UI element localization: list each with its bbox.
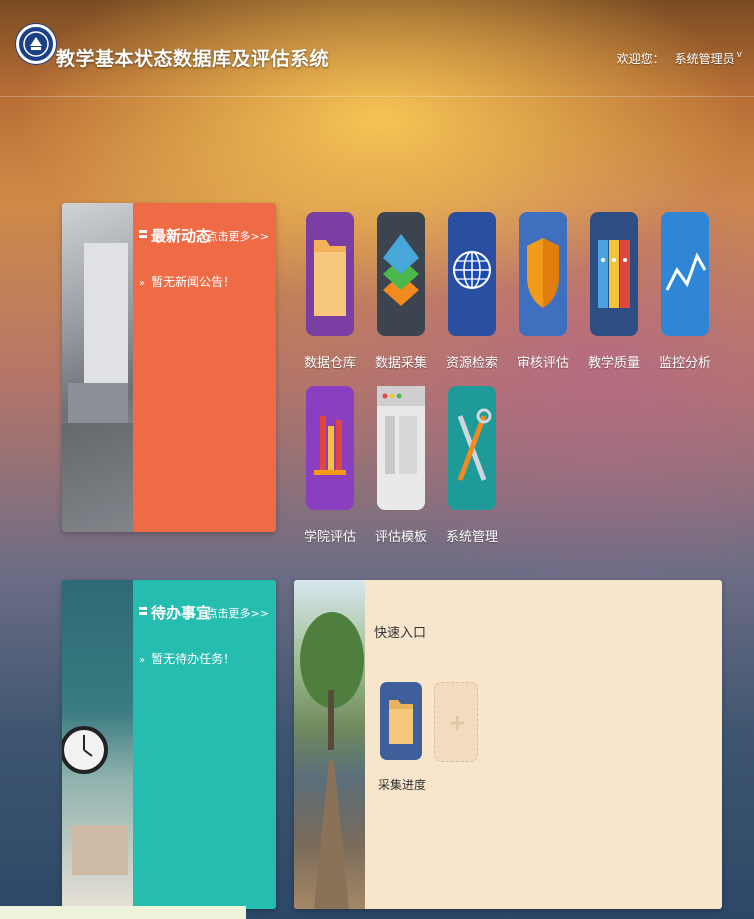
app-title: 教学基本状态数据库及评估系统 bbox=[56, 48, 330, 70]
app-label: 教学质量 bbox=[587, 356, 640, 371]
arrow-right-icon: » bbox=[139, 278, 146, 289]
app-college-evaluation[interactable]: 学院评估 bbox=[300, 386, 360, 545]
quick-item-label: 采集进度 bbox=[378, 778, 427, 792]
plus-icon: + bbox=[448, 711, 467, 736]
app-data-collection[interactable]: 数据采集 bbox=[371, 212, 431, 371]
binders-icon bbox=[590, 212, 638, 336]
app-label: 资源检索 bbox=[445, 356, 498, 371]
news-more-link[interactable]: 点击更多>> bbox=[207, 228, 269, 244]
todo-more-link[interactable]: 点击更多>> bbox=[207, 605, 269, 621]
app-evaluation-template[interactable]: 评估模板 bbox=[371, 386, 431, 545]
app-resource-search[interactable]: 资源检索 bbox=[442, 212, 502, 371]
shield-icon bbox=[519, 212, 567, 336]
todo-card: 待办事宜 点击更多>> » 暂无待办任务！ bbox=[62, 580, 276, 909]
page-bottom-strip bbox=[0, 906, 246, 919]
books-icon bbox=[306, 386, 354, 510]
laptop-photo bbox=[62, 203, 133, 532]
news-card: 最新动态 点击更多>> » 暂无新闻公告！ bbox=[62, 203, 276, 532]
alarm-clock-photo bbox=[62, 580, 133, 909]
username: 系统管理员 bbox=[674, 52, 735, 66]
app-data-warehouse[interactable]: 数据仓库 bbox=[300, 212, 360, 371]
news-empty-text: 暂无新闻公告！ bbox=[151, 275, 236, 289]
browser-window-icon bbox=[377, 386, 425, 510]
list-icon bbox=[139, 607, 147, 615]
welcome-label: 欢迎您： bbox=[616, 52, 665, 66]
folder-icon bbox=[306, 212, 354, 336]
top-bar: 教学基本状态数据库及评估系统 欢迎您： 系统管理员 v bbox=[0, 8, 754, 97]
app-label: 监控分析 bbox=[658, 356, 711, 371]
app-teaching-quality[interactable]: 教学质量 bbox=[584, 212, 644, 371]
app-background: 教学基本状态数据库及评估系统 欢迎您： 系统管理员 v 最新动态 点击更多>> » 暂… bbox=[0, 0, 754, 919]
add-quick-entry-button[interactable]: + bbox=[434, 682, 478, 762]
user-menu[interactable]: 欢迎您： 系统管理员 v bbox=[617, 50, 742, 67]
line-chart-icon bbox=[661, 212, 709, 336]
app-label: 审核评估 bbox=[516, 356, 569, 371]
todo-empty-text: 暂无待办任务！ bbox=[151, 652, 236, 666]
quick-item-collection-progress[interactable]: 采集进度 bbox=[378, 682, 427, 793]
tools-icon bbox=[448, 386, 496, 510]
arrow-right-icon: » bbox=[139, 655, 146, 666]
list-icon bbox=[139, 230, 147, 238]
app-label: 评估模板 bbox=[374, 530, 427, 545]
app-grid: 数据仓库 数据采集 资源检索 审核评估 教学质量 监控分析 学院评估 评估模板 … bbox=[300, 212, 730, 552]
quick-entry-title: 快速入口 bbox=[374, 626, 427, 641]
app-system-management[interactable]: 系统管理 bbox=[442, 386, 502, 545]
news-title: 最新动态 bbox=[151, 227, 212, 245]
university-logo bbox=[16, 24, 56, 64]
quick-entry-card: 快速入口 采集进度 + bbox=[294, 580, 722, 909]
folder-icon bbox=[380, 682, 422, 760]
app-label: 数据仓库 bbox=[303, 356, 356, 371]
app-audit-evaluation[interactable]: 审核评估 bbox=[513, 212, 573, 371]
app-label: 学院评估 bbox=[303, 530, 356, 545]
tree-pier-photo bbox=[294, 580, 365, 909]
news-empty-item: » 暂无新闻公告！ bbox=[139, 273, 235, 290]
todo-title: 待办事宜 bbox=[151, 604, 212, 622]
app-monitor-analysis[interactable]: 监控分析 bbox=[655, 212, 715, 371]
app-label: 数据采集 bbox=[374, 356, 427, 371]
todo-empty-item: » 暂无待办任务！ bbox=[139, 650, 235, 667]
layers-icon bbox=[377, 212, 425, 336]
app-label: 系统管理 bbox=[445, 530, 498, 545]
chevron-down-icon: v bbox=[736, 50, 742, 60]
globe-icon bbox=[448, 212, 496, 336]
